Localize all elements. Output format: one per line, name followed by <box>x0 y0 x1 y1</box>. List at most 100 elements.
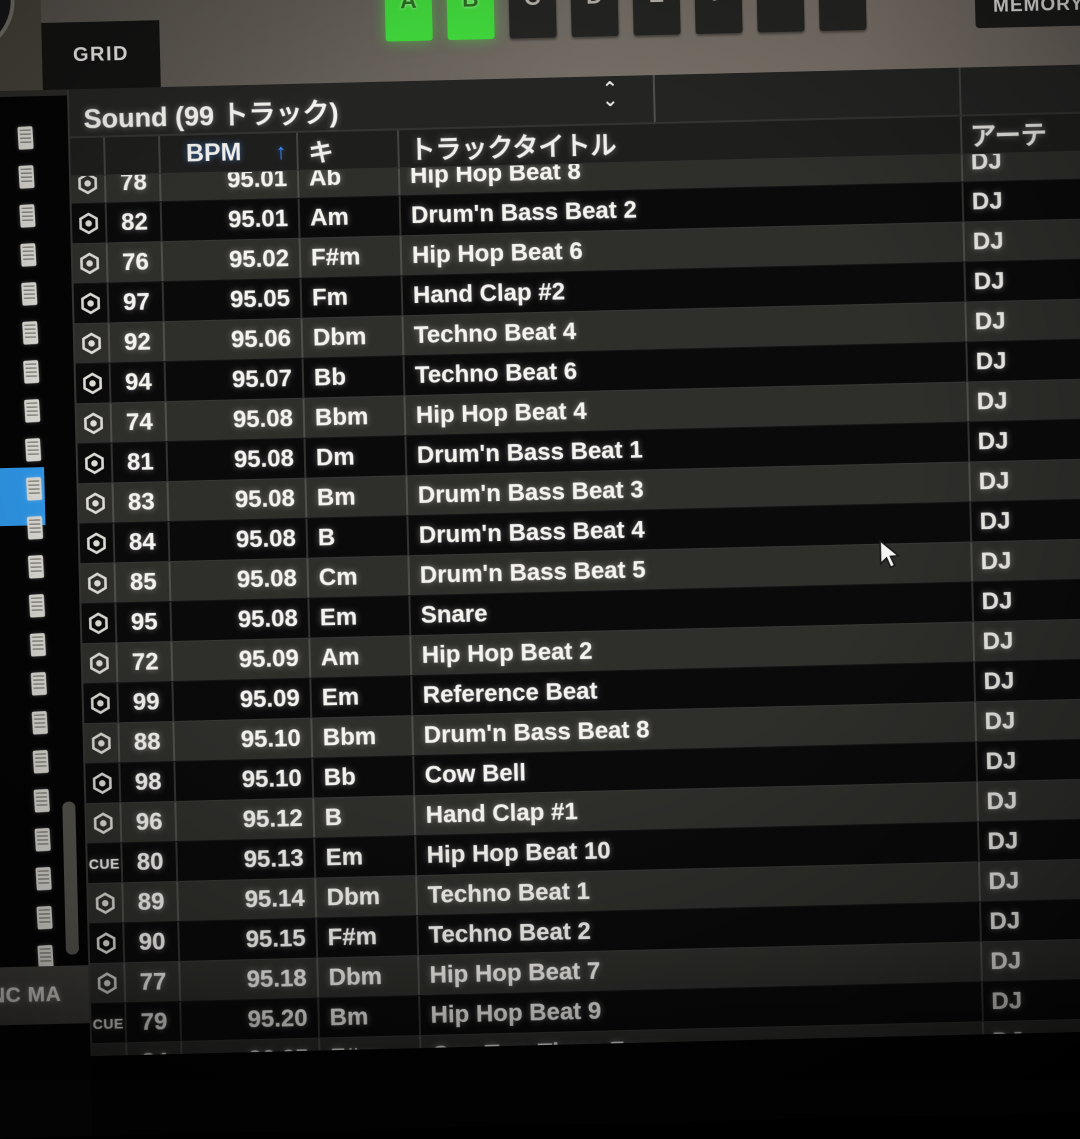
row-artist-cell: DJ <box>968 379 1080 422</box>
track-icon <box>80 332 104 356</box>
gutter-list-item[interactable] <box>25 438 41 462</box>
row-number-cell: 92 <box>110 322 166 362</box>
gutter-list-item[interactable] <box>27 516 43 540</box>
track-key: Em <box>325 843 363 872</box>
gutter-list-item[interactable] <box>19 204 35 228</box>
track-title: Hand Clap #1 <box>425 798 578 830</box>
hot-cue-button-c[interactable]: C <box>508 0 557 39</box>
row-key-cell: Bbm <box>304 396 406 437</box>
track-bpm: 95.08 <box>236 524 297 553</box>
gutter-list-item[interactable] <box>28 555 44 579</box>
row-artist-cell: DJ <box>971 499 1080 542</box>
row-status-cell <box>85 763 121 803</box>
row-key-cell: Em <box>315 836 417 877</box>
hot-cue-button-d[interactable]: D <box>570 0 619 37</box>
row-number-cell: 76 <box>108 242 164 282</box>
row-bpm-cell: 95.08 <box>171 599 310 641</box>
track-icon <box>81 372 105 396</box>
track-key: F#m <box>311 243 361 272</box>
tab-grid[interactable]: GRID <box>41 20 161 90</box>
track-artist: DJ <box>972 187 1003 216</box>
row-artist-cell: DJ <box>972 539 1080 582</box>
row-status-cell <box>73 243 109 283</box>
hot-cue-label: A <box>400 0 417 14</box>
gutter-list-item[interactable] <box>35 828 51 852</box>
column-header-artist[interactable]: アーテ <box>962 113 1080 154</box>
track-key: Em <box>321 683 359 712</box>
scrollbar-thumb[interactable] <box>62 801 79 954</box>
gutter-list-item[interactable] <box>30 633 46 657</box>
track-title: Techno Beat 6 <box>415 358 578 390</box>
track-key: Dbm <box>313 323 367 352</box>
hot-cue-button-e[interactable]: E <box>632 0 681 36</box>
gutter-list-item[interactable] <box>22 321 38 345</box>
row-artist-cell: DJ <box>974 619 1080 662</box>
memory-button[interactable]: MEMORY <box>975 0 1080 28</box>
hot-cue-button-g[interactable]: G <box>755 0 804 33</box>
track-artist: DJ <box>990 947 1021 976</box>
row-key-cell: Em <box>311 676 413 717</box>
column-header-status[interactable] <box>70 138 106 176</box>
gutter-list-item[interactable] <box>29 594 45 618</box>
track-icon <box>94 931 118 955</box>
row-bpm-cell: 96.05 <box>182 1039 321 1057</box>
jog-wheel-edge <box>0 0 16 56</box>
row-key-cell: F#m <box>301 236 403 277</box>
row-status-cell <box>74 283 110 323</box>
gutter-list-item[interactable] <box>36 906 52 930</box>
row-status-cell: CUE <box>87 843 123 883</box>
row-number-cell: 74 <box>112 402 168 442</box>
hot-cue-button-b[interactable]: B <box>446 0 495 40</box>
hot-cue-button-f[interactable]: F <box>693 0 742 34</box>
row-key-cell: Bbm <box>312 716 414 757</box>
row-key-cell: Cm <box>308 556 410 597</box>
row-key-cell: Bb <box>313 756 415 797</box>
gutter-list-item[interactable] <box>32 711 48 735</box>
row-bpm-cell: 95.12 <box>176 799 315 841</box>
gutter-list-item[interactable] <box>34 789 50 813</box>
track-number: 94 <box>125 368 152 397</box>
playlist-selector-chevrons-icon[interactable]: ⌃⌄ <box>593 78 628 129</box>
dj-software-screen: GRID ABCDEFGH MEMORY SYNC MA Sound (99 ト… <box>0 0 1080 1139</box>
track-artist: DJ <box>986 787 1017 816</box>
row-artist-cell: DJ <box>966 299 1080 342</box>
track-icon <box>77 212 101 236</box>
column-header-key[interactable]: キ <box>298 130 400 169</box>
track-title: Hand Clap #2 <box>413 278 566 310</box>
gutter-list-item[interactable] <box>21 282 37 306</box>
gutter-list-item[interactable] <box>18 165 34 189</box>
track-number: 92 <box>124 328 151 357</box>
gutter-list-item[interactable] <box>33 750 49 774</box>
row-artist-cell: DJ <box>973 579 1080 622</box>
column-header-bpm[interactable]: BPM ↑ <box>160 133 299 173</box>
gutter-list-item[interactable] <box>17 126 33 150</box>
hot-cue-button-h[interactable]: H <box>817 0 866 31</box>
track-bpm: 95.14 <box>244 884 305 913</box>
gutter-list-item[interactable] <box>23 360 39 384</box>
track-title: Drum'n Bass Beat 8 <box>423 716 649 750</box>
gutter-list-item[interactable] <box>31 672 47 696</box>
gutter-list-item[interactable] <box>35 867 51 891</box>
gutter-list-item[interactable] <box>20 243 36 267</box>
row-bpm-cell: 95.05 <box>164 279 303 321</box>
row-number-cell: 81 <box>113 442 169 482</box>
gutter-list-item[interactable] <box>24 399 40 423</box>
track-bpm: 95.01 <box>228 205 289 234</box>
row-artist-cell: DJ <box>963 179 1080 222</box>
track-artist: DJ <box>976 387 1007 416</box>
column-header-number[interactable] <box>105 136 161 174</box>
row-bpm-cell: 95.06 <box>165 319 304 361</box>
track-icon <box>87 612 111 636</box>
track-artist: DJ <box>975 347 1006 376</box>
track-number: 90 <box>138 928 165 957</box>
row-bpm-cell: 95.14 <box>178 879 317 921</box>
row-bpm-cell: 95.09 <box>172 639 311 681</box>
row-key-cell: Em <box>309 596 411 637</box>
gutter-list-item[interactable] <box>26 477 42 501</box>
track-artist: DJ <box>983 667 1014 696</box>
track-icon <box>95 971 119 995</box>
divider <box>653 75 656 122</box>
row-bpm-cell: 95.20 <box>181 999 320 1041</box>
mouse-cursor <box>878 539 901 570</box>
hot-cue-button-a[interactable]: A <box>384 0 433 42</box>
